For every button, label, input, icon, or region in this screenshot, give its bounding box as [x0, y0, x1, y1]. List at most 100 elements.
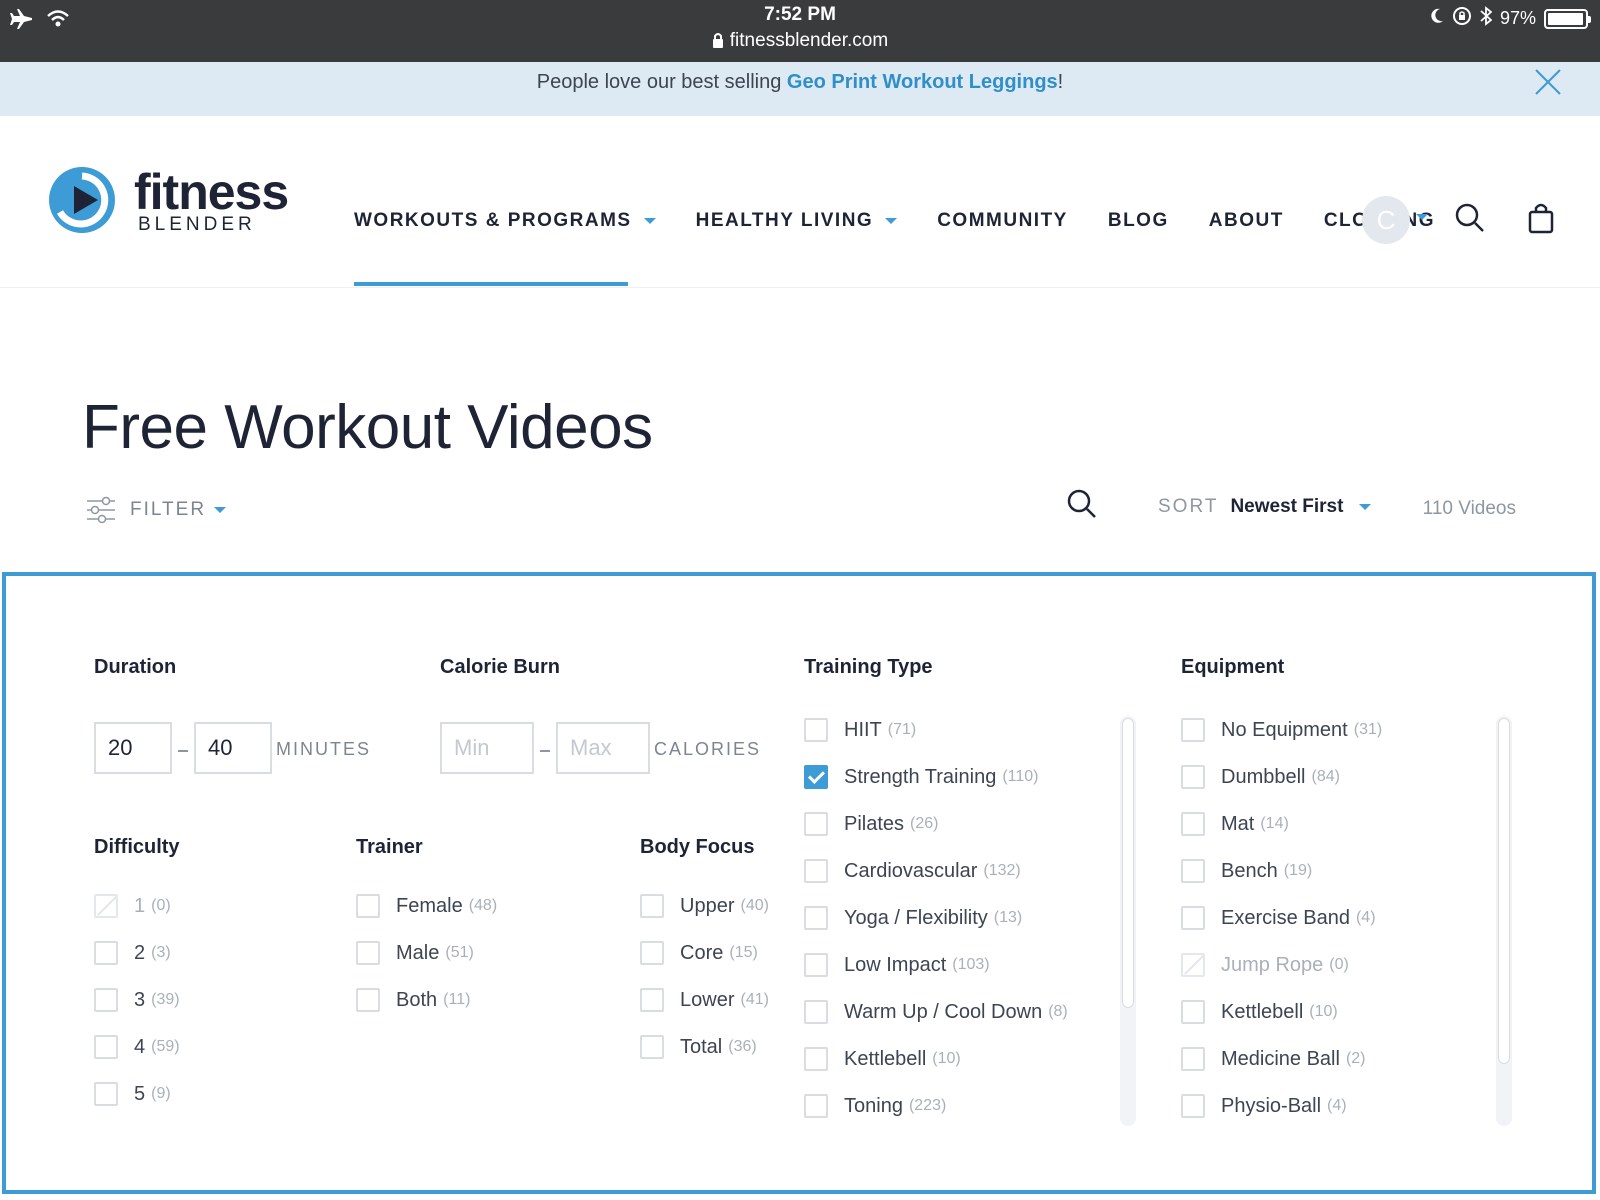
checkbox-count: (4): [1355, 909, 1376, 926]
checkbox-option[interactable]: Warm Up / Cool Down (8): [804, 1000, 1068, 1047]
address-bar[interactable]: fitnessblender.com: [0, 30, 1600, 54]
checkbox[interactable]: [356, 894, 380, 918]
checkbox-option[interactable]: Pilates (26): [804, 812, 1068, 859]
checkbox[interactable]: [94, 1082, 118, 1106]
checkbox[interactable]: [640, 894, 664, 918]
checkbox[interactable]: [804, 718, 828, 742]
checkbox-checked[interactable]: [804, 765, 828, 789]
checkbox[interactable]: [94, 1035, 118, 1059]
checkbox-option[interactable]: Low Impact (103): [804, 953, 1068, 1000]
checkbox[interactable]: [804, 1094, 828, 1118]
checkbox-option[interactable]: Cardiovascular (132): [804, 859, 1068, 906]
checkbox-option[interactable]: Both (11): [356, 988, 497, 1035]
checkbox[interactable]: [1181, 906, 1205, 930]
search-icon[interactable]: [1454, 202, 1486, 234]
checkbox-option[interactable]: Dumbbell (84): [1181, 765, 1382, 812]
avatar[interactable]: C: [1362, 196, 1410, 244]
duration-min-input[interactable]: 20: [94, 722, 172, 774]
checkbox[interactable]: [94, 941, 118, 965]
checkbox-option[interactable]: Mat (14): [1181, 812, 1382, 859]
equipment-scrollbar[interactable]: [1496, 716, 1512, 1126]
checkbox-option[interactable]: Strength Training (110): [804, 765, 1068, 812]
checkbox[interactable]: [640, 988, 664, 1012]
checkbox[interactable]: [804, 812, 828, 836]
checkbox[interactable]: [804, 1000, 828, 1024]
nav-item-community[interactable]: COMMUNITY: [937, 210, 1068, 232]
checkbox-count: (14): [1260, 815, 1289, 832]
checkbox[interactable]: [1181, 1000, 1205, 1024]
checkbox[interactable]: [640, 941, 664, 965]
nav-item-about[interactable]: ABOUT: [1209, 210, 1284, 232]
checkbox-option[interactable]: Male (51): [356, 941, 497, 988]
checkbox-option[interactable]: Physio-Ball (4): [1181, 1094, 1382, 1141]
checkbox-option[interactable]: Lower (41): [640, 988, 769, 1035]
checkbox[interactable]: [356, 988, 380, 1012]
sort-dropdown[interactable]: SORT Newest First: [1158, 496, 1372, 518]
checkbox-count: (51): [445, 944, 474, 961]
checkbox-option[interactable]: Core (15): [640, 941, 769, 988]
checkbox-option[interactable]: 3 (39): [94, 988, 180, 1035]
search-icon[interactable]: [1066, 488, 1098, 520]
checkbox-option[interactable]: 5 (9): [94, 1082, 180, 1129]
checkbox[interactable]: [804, 1047, 828, 1071]
checkbox-count: (8): [1048, 1003, 1068, 1020]
checkbox-option[interactable]: 4 (59): [94, 1035, 180, 1082]
checkbox-option[interactable]: Toning (223): [804, 1094, 1068, 1141]
checkbox-label: Strength Training: [844, 766, 997, 788]
checkbox-option[interactable]: Upper (40): [640, 894, 769, 941]
checkbox[interactable]: [1181, 718, 1205, 742]
duration-max-input[interactable]: 40: [194, 722, 272, 774]
checkbox[interactable]: [640, 1035, 664, 1059]
range-dash: [540, 750, 550, 752]
status-bar: 7:52 PM fitnessblender.com 97%: [0, 0, 1600, 62]
nav-item-workouts-programs[interactable]: WORKOUTS & PROGRAMS: [354, 210, 656, 232]
checkbox[interactable]: [94, 988, 118, 1012]
checkbox-count: (9): [151, 1085, 171, 1102]
checkbox-option[interactable]: Yoga / Flexibility (13): [804, 906, 1068, 953]
checkbox[interactable]: [1181, 859, 1205, 883]
caret-down-icon[interactable]: [1416, 214, 1428, 220]
checkbox-label: Physio-Ball: [1221, 1095, 1322, 1117]
checkbox-option[interactable]: No Equipment (31): [1181, 718, 1382, 765]
checkbox-option[interactable]: Exercise Band (4): [1181, 906, 1382, 953]
promo-banner: People love our best selling Geo Print W…: [0, 62, 1600, 116]
checkbox-option[interactable]: Bench (19): [1181, 859, 1382, 906]
logo-play-icon: [49, 167, 115, 233]
checkbox[interactable]: [1181, 1094, 1205, 1118]
training-type-title: Training Type: [804, 656, 933, 678]
nav-item-healthy-living[interactable]: HEALTHY LIVING: [696, 210, 898, 232]
duration-title: Duration: [94, 656, 177, 678]
filter-button[interactable]: FILTER: [86, 496, 227, 524]
checkbox-option[interactable]: Total (36): [640, 1035, 769, 1082]
checkbox-option[interactable]: Medicine Ball (2): [1181, 1047, 1382, 1094]
filter-label: FILTER: [130, 499, 207, 520]
scrollbar-thumb[interactable]: [1122, 718, 1134, 1008]
checkbox[interactable]: [804, 859, 828, 883]
checkbox-label: Yoga / Flexibility: [844, 907, 988, 929]
equipment-title: Equipment: [1181, 656, 1285, 678]
checkbox[interactable]: [356, 941, 380, 965]
checkbox-option[interactable]: 2 (3): [94, 941, 180, 988]
checkbox-option[interactable]: Kettlebell (10): [804, 1047, 1068, 1094]
checkbox-option[interactable]: Female (48): [356, 894, 497, 941]
calorie-max-input[interactable]: Max: [556, 722, 650, 774]
calorie-min-input[interactable]: Min: [440, 722, 534, 774]
promo-link[interactable]: Geo Print Workout Leggings: [787, 71, 1058, 93]
checkbox-option[interactable]: HIIT (71): [804, 718, 1068, 765]
checkbox-label: 2: [134, 942, 146, 964]
range-dash: [178, 750, 188, 752]
checkbox-option[interactable]: Kettlebell (10): [1181, 1000, 1382, 1047]
close-icon[interactable]: [1534, 68, 1562, 96]
training-type-scrollbar[interactable]: [1120, 716, 1136, 1126]
nav-item-blog[interactable]: BLOG: [1108, 210, 1169, 232]
logo[interactable]: fitness BLENDER: [46, 164, 289, 236]
checkbox-label: 4: [134, 1036, 146, 1058]
checkbox[interactable]: [1181, 1047, 1205, 1071]
checkbox[interactable]: [804, 953, 828, 977]
shopping-bag-icon[interactable]: [1528, 202, 1554, 234]
checkbox[interactable]: [804, 906, 828, 930]
scrollbar-thumb[interactable]: [1498, 718, 1510, 1064]
site-header: fitness BLENDER WORKOUTS & PROGRAMS HEAL…: [0, 116, 1600, 288]
checkbox[interactable]: [1181, 812, 1205, 836]
checkbox[interactable]: [1181, 765, 1205, 789]
